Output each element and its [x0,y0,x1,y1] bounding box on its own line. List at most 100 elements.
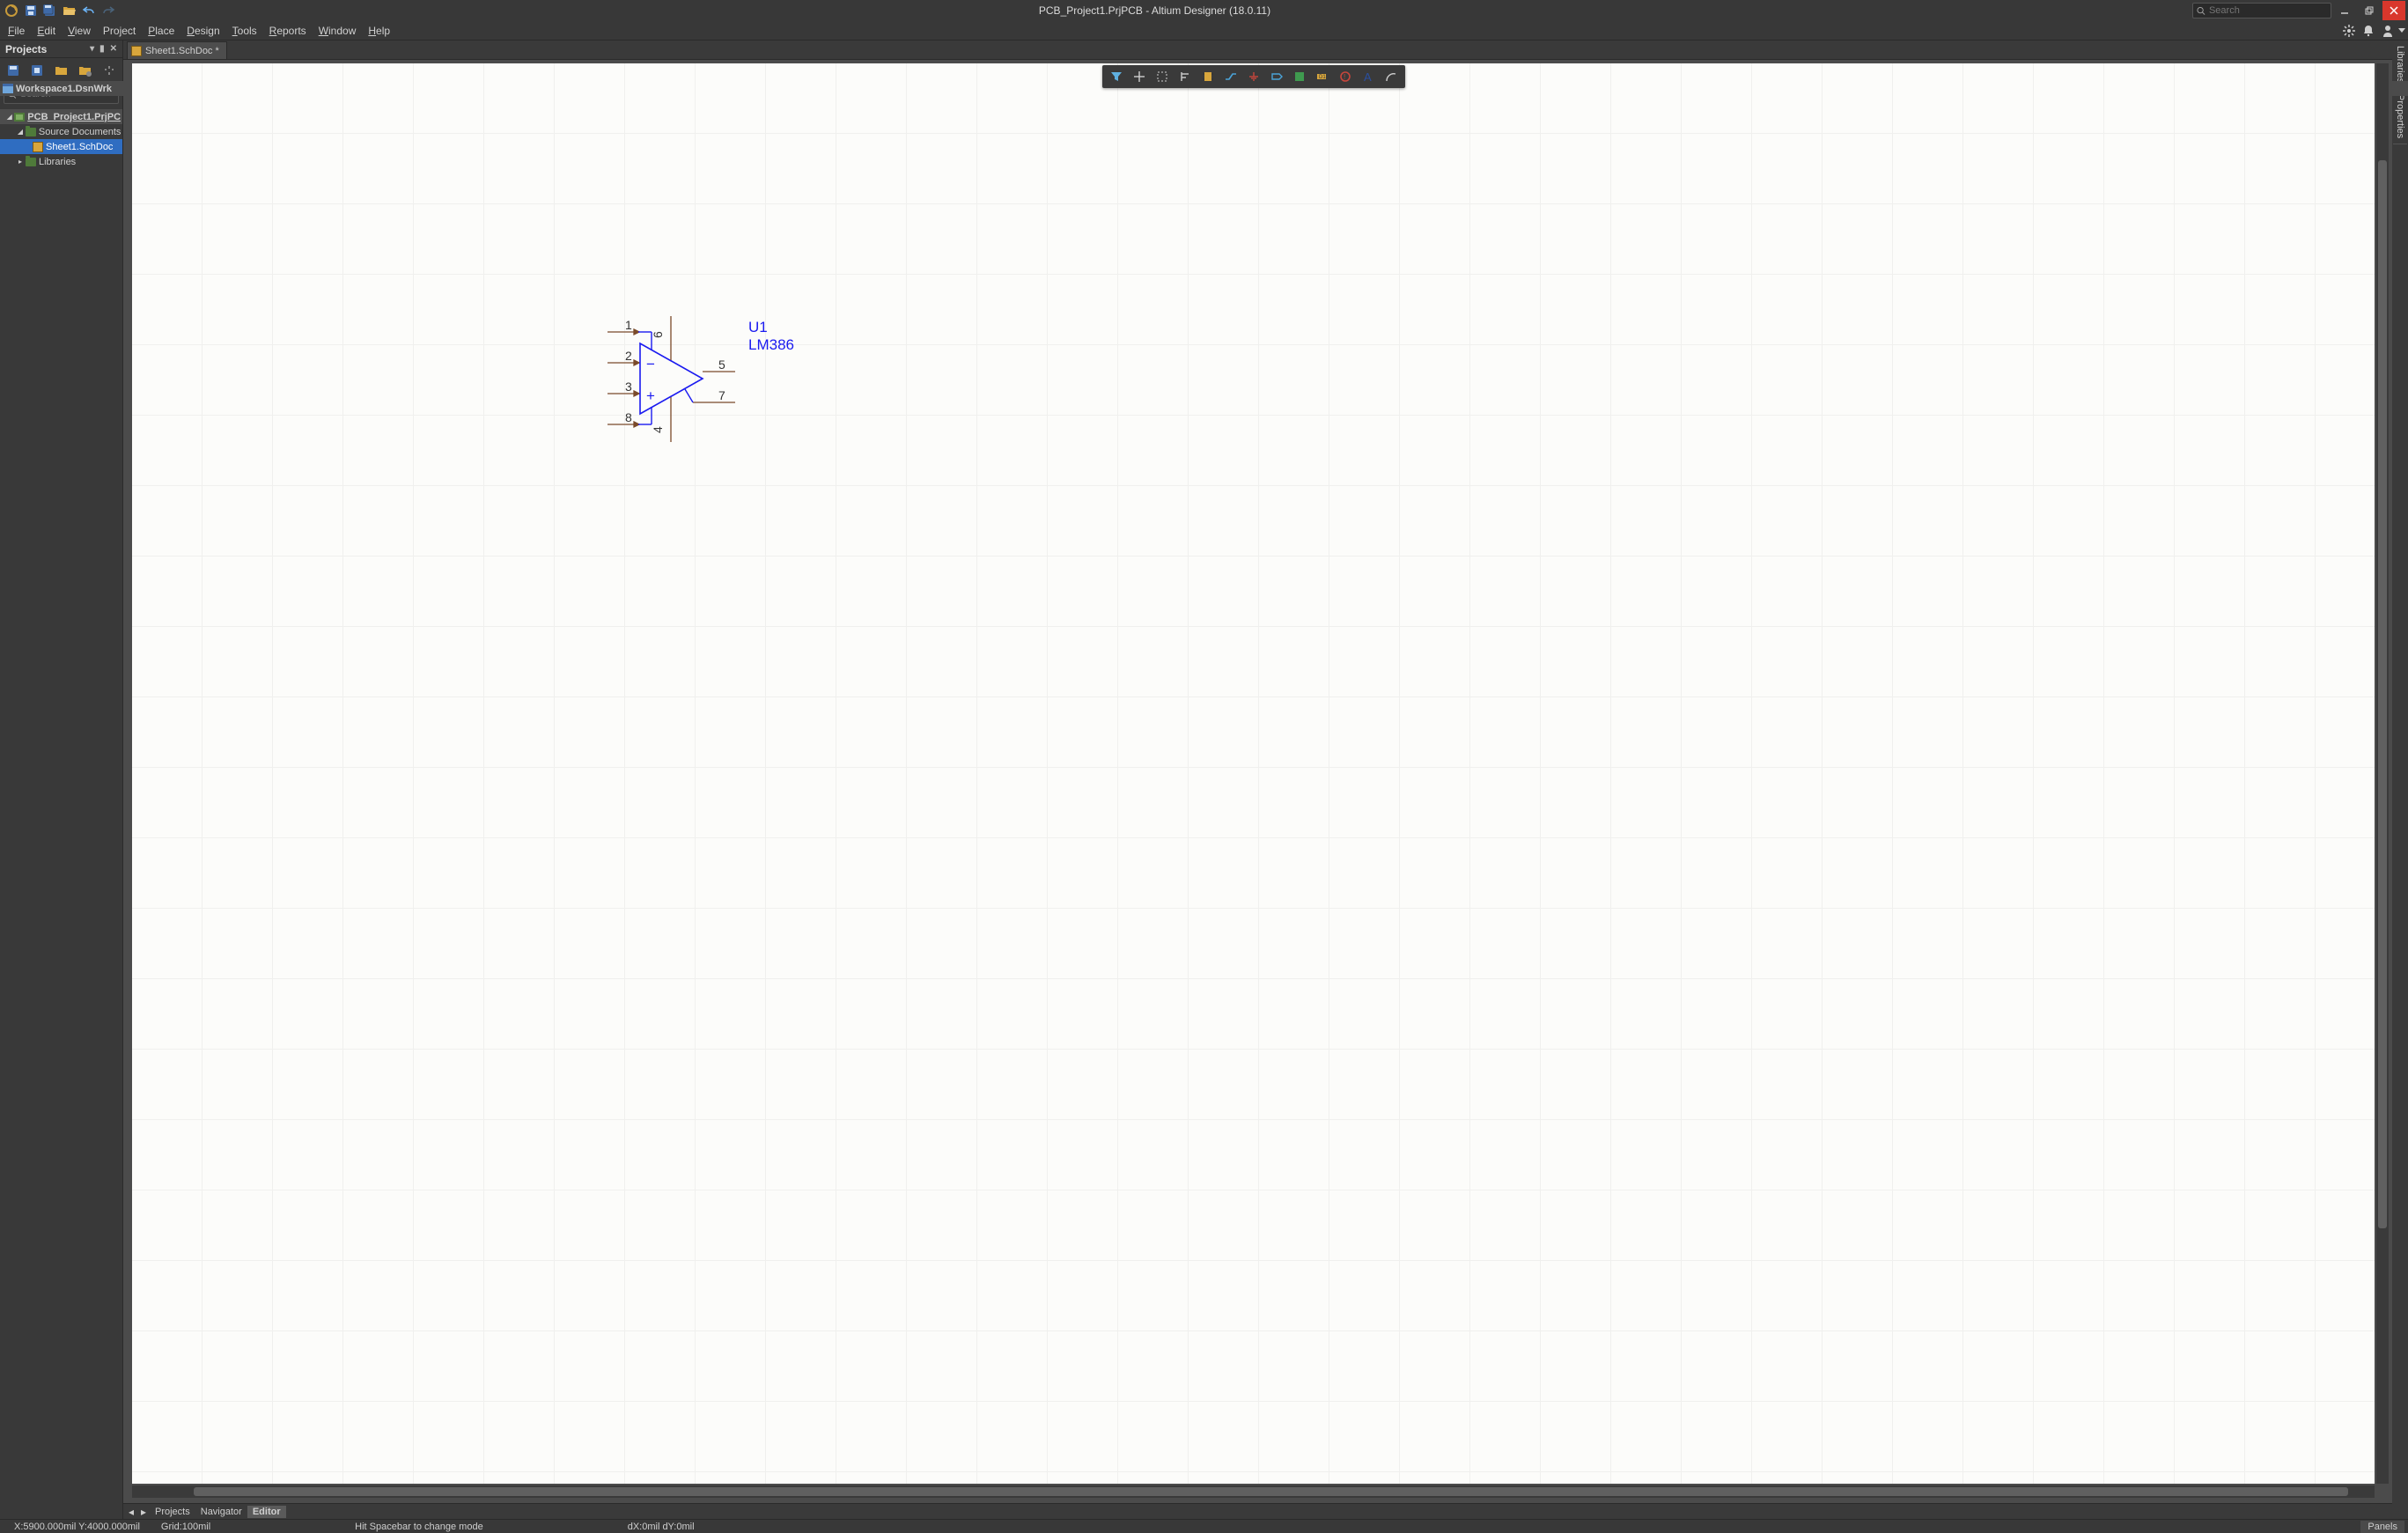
place-gnd-icon[interactable] [1243,67,1264,86]
menu-view[interactable]: View [62,23,97,39]
panel-pin-icon[interactable]: ▮ [99,44,105,54]
svg-text:!: ! [1344,73,1345,81]
svg-text:2: 2 [625,349,632,363]
svg-text:1: 1 [625,318,632,332]
projects-panel: Projects ▾ ▮ ✕ Workspace1.DsnWrk ◢ [0,41,123,1519]
place-text-icon[interactable]: A [1358,67,1379,86]
tree-source-docs[interactable]: ◢ Source Documents [0,124,122,139]
place-sheet-icon[interactable] [1289,67,1310,86]
settings-icon[interactable] [2339,21,2359,41]
place-arc-icon[interactable] [1381,67,1402,86]
footer-prev-icon[interactable]: ◂ [125,1506,137,1518]
redo-icon[interactable] [99,2,117,19]
filter-icon[interactable] [1106,67,1127,86]
close-button[interactable] [2382,1,2405,20]
status-grid: Grid:100mil [151,1522,221,1532]
place-wire-icon[interactable] [1220,67,1241,86]
menu-project[interactable]: Project [97,23,142,39]
place-noerc-icon[interactable]: ! [1335,67,1356,86]
user-dropdown-icon[interactable] [2397,21,2406,41]
panel-compile-icon[interactable] [29,63,44,78]
folder-icon [25,126,37,138]
panel-save-icon[interactable] [5,63,20,78]
save-icon[interactable] [22,2,40,19]
svg-text:8: 8 [625,410,632,424]
user-icon[interactable] [2378,21,2397,41]
panel-close-icon[interactable]: ✕ [110,44,117,54]
panel-options-icon[interactable] [77,63,92,78]
minimize-button[interactable] [2333,1,2356,20]
maximize-button[interactable] [2358,1,2381,20]
expander-icon[interactable]: ▸ [16,158,25,166]
open-folder-icon[interactable] [61,2,78,19]
hscroll-thumb[interactable] [194,1487,2348,1496]
menu-place[interactable]: Place [142,23,180,39]
place-part-icon[interactable] [1197,67,1219,86]
projects-panel-header[interactable]: Projects ▾ ▮ ✕ [0,41,122,58]
save-all-icon[interactable] [41,2,59,19]
svg-text:7: 7 [718,388,725,402]
project-tree: Workspace1.DsnWrk ◢ PCB_Project1.PrjPCB … [0,106,122,1519]
footer-tabstrip: ◂ ▸ Projects Navigator Editor [123,1503,2392,1519]
vertical-scrollbar[interactable] [2376,63,2389,1484]
project-icon [13,111,26,123]
place-port-icon[interactable] [1266,67,1287,86]
menu-help[interactable]: Help [362,23,396,39]
schdoc-icon [131,46,142,56]
menu-design[interactable]: Design [180,23,225,39]
dock-tab-properties[interactable]: Properties [2393,89,2407,144]
sheet-grid [132,63,2375,1484]
tree-sheet[interactable]: Sheet1.SchDoc [0,139,122,154]
select-rect-icon[interactable] [1152,67,1173,86]
panel-add-doc-icon[interactable] [54,63,69,78]
menu-window[interactable]: Window [313,23,363,39]
align-icon[interactable] [1175,67,1196,86]
menu-file[interactable]: File [2,23,31,39]
place-netlabel-icon[interactable]: D1 [1312,67,1333,86]
footer-next-icon[interactable]: ▸ [137,1506,150,1518]
component-comment[interactable]: LM386 [748,336,794,354]
horizontal-scrollbar[interactable] [132,1485,2375,1498]
search-icon [2197,6,2205,16]
notifications-icon[interactable] [2359,21,2378,41]
menu-tools[interactable]: Tools [226,23,263,39]
status-delta: dX:0mil dY:0mil [617,1522,705,1532]
global-search-box[interactable] [2192,3,2331,18]
right-dock: Libraries Properties [2392,41,2408,1519]
panel-menu-icon[interactable]: ▾ [90,44,94,54]
projects-panel-title: Projects [5,43,47,55]
footer-tab-editor[interactable]: Editor [247,1506,286,1518]
document-tab-label: Sheet1.SchDoc * [145,46,219,56]
status-bar: X:5900.000mil Y:4000.000mil Grid:100mil … [0,1519,2408,1533]
panels-button[interactable]: Panels [2360,1521,2404,1533]
document-tab[interactable]: Sheet1.SchDoc * [127,41,227,59]
undo-icon[interactable] [80,2,98,19]
move-icon[interactable] [1129,67,1150,86]
footer-tab-navigator[interactable]: Navigator [195,1507,247,1517]
menu-bar: File Edit View Project Place Design Tool… [0,21,2408,41]
schematic-sheet[interactable]: D1 ! A [132,63,2375,1484]
component-designator[interactable]: U1 [748,319,794,336]
menu-reports[interactable]: Reports [263,23,313,39]
svg-text:D1: D1 [1319,75,1326,80]
vscroll-thumb[interactable] [2378,160,2387,1228]
footer-tab-projects[interactable]: Projects [150,1507,195,1517]
tree-libraries[interactable]: ▸ Libraries [0,154,122,169]
projects-panel-toolbar [0,58,122,83]
window-title: PCB_Project1.PrjPCB - Altium Designer (1… [117,4,2192,17]
expander-icon[interactable]: ◢ [5,113,13,121]
document-tabstrip: Sheet1.SchDoc * [123,41,2392,60]
app-logo-icon [3,2,20,19]
menu-edit[interactable]: Edit [31,23,62,39]
svg-text:3: 3 [625,380,632,394]
title-bar: PCB_Project1.PrjPCB - Altium Designer (1… [0,0,2408,21]
tree-project[interactable]: ◢ PCB_Project1.PrjPCB [0,109,122,124]
expander-icon[interactable]: ◢ [16,128,25,136]
svg-text:A: A [1364,70,1372,83]
status-mode: Hit Spacebar to change mode [344,1522,494,1532]
schematic-component[interactable]: − + 1 2 3 8 5 7 6 4 [608,319,757,451]
panel-refresh-icon[interactable] [102,63,117,78]
svg-text:4: 4 [651,426,665,433]
svg-text:5: 5 [718,357,725,372]
global-search-input[interactable] [2209,5,2327,16]
